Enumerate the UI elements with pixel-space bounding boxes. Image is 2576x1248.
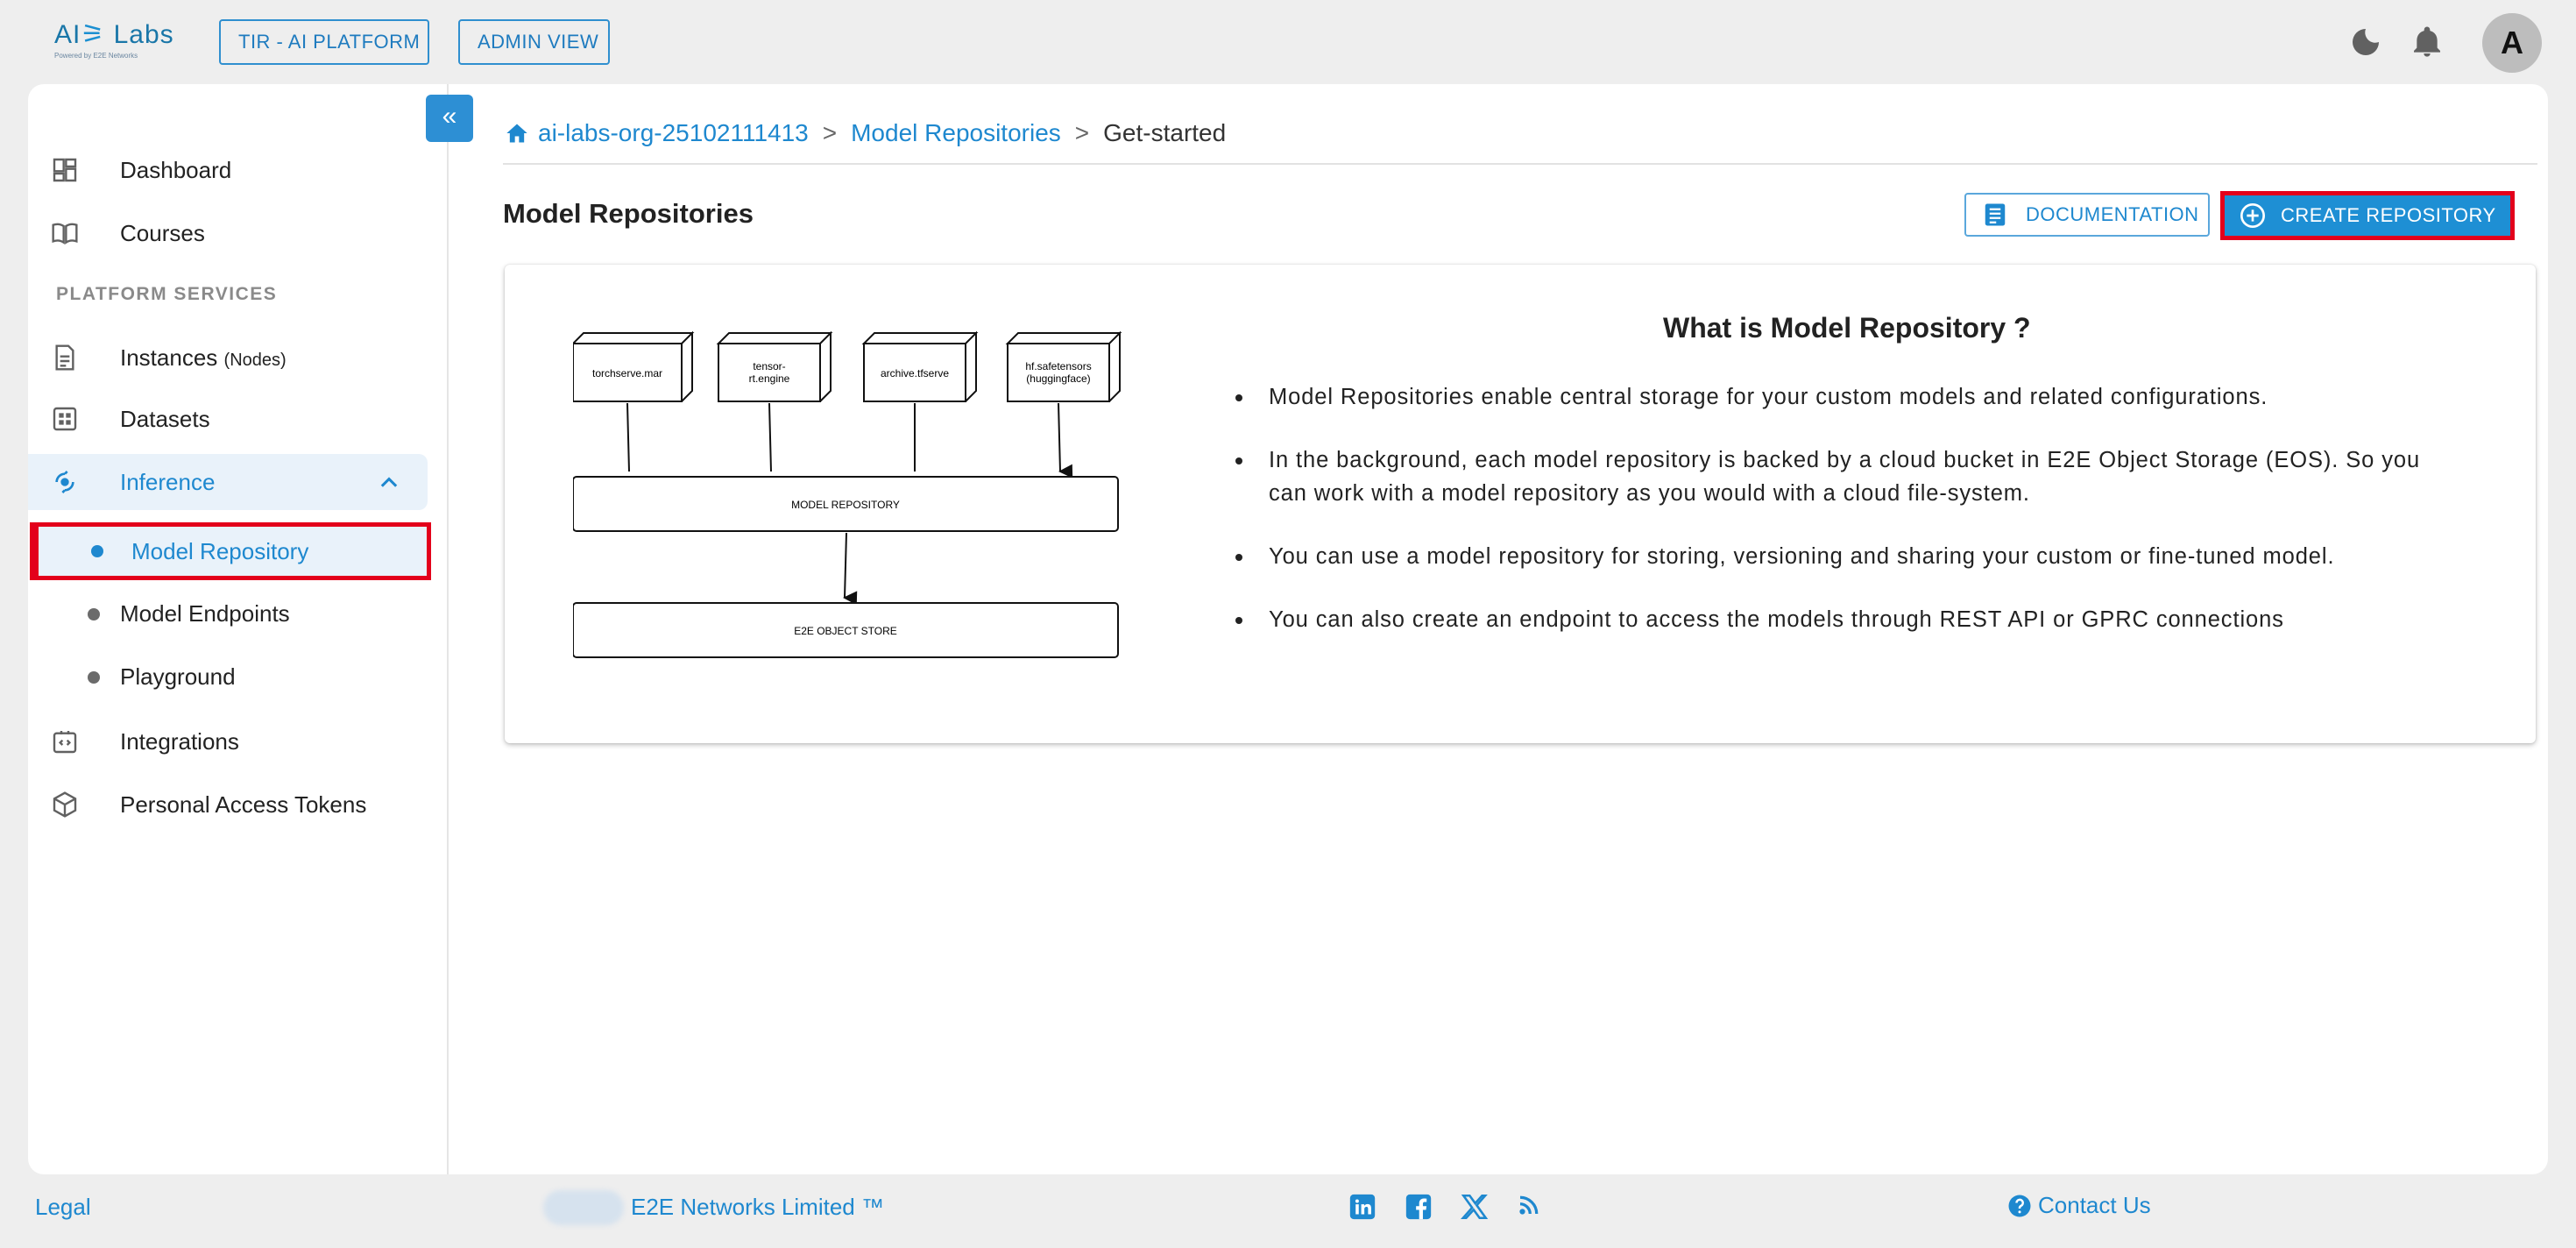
artifact-label: archive.tfserve — [881, 367, 949, 379]
sidebar-item-model-endpoints[interactable]: Model Endpoints — [28, 585, 449, 642]
ai-labs-logo[interactable]: AI⚞ Labs Powered by E2E Networks — [54, 19, 173, 68]
home-icon[interactable] — [505, 121, 529, 145]
book-icon — [49, 217, 81, 249]
logo-subtitle: Powered by E2E Networks — [54, 52, 138, 60]
contact-us-link[interactable]: Contact Us — [2006, 1192, 2151, 1219]
rss-icon[interactable] — [1516, 1192, 1547, 1223]
token-cube-icon — [49, 789, 81, 820]
model-repository-box-label: MODEL REPOSITORY — [791, 499, 900, 511]
user-avatar[interactable]: A — [2482, 13, 2542, 73]
logo-spark-icon: ⚞ — [81, 20, 106, 49]
sidebar-item-inference[interactable]: Inference — [28, 454, 428, 510]
inference-icon — [49, 466, 81, 498]
top-bar: AI⚞ Labs Powered by E2E Networks TIR - A… — [0, 0, 2576, 84]
company-name: E2E Networks Limited ™ — [631, 1194, 884, 1220]
instances-label: Instances — [120, 344, 218, 371]
notifications-bell-icon[interactable] — [2410, 25, 2445, 60]
e2e-logo — [543, 1190, 624, 1225]
info-card-title: What is Model Repository ? — [1663, 312, 2031, 344]
integrations-icon — [49, 726, 81, 757]
dot-icon — [88, 671, 100, 684]
breadcrumb-separator: > — [822, 119, 838, 146]
help-circle-icon — [2006, 1193, 2033, 1219]
info-bullet-list: Model Repositories enable central storag… — [1234, 380, 2460, 666]
sidebar: Dashboard Courses PLATFORM SERVICES Inst… — [28, 84, 449, 1174]
facebook-icon[interactable] — [1404, 1192, 1435, 1223]
artifact-label-line1: hf.safetensors — [1025, 360, 1091, 372]
sidebar-item-playground[interactable]: Playground — [28, 648, 449, 706]
dark-mode-icon[interactable] — [2348, 25, 2383, 60]
sidebar-item-datasets[interactable]: Datasets — [28, 391, 449, 447]
document-icon — [49, 342, 81, 373]
documentation-button-label: DOCUMENTATION — [2026, 203, 2199, 225]
artifact-box-torchserve: torchserve.mar — [570, 330, 695, 402]
artifact-label-line1: tensor- — [753, 360, 785, 372]
x-twitter-icon[interactable] — [1460, 1192, 1491, 1223]
sidebar-item-label: Personal Access Tokens — [120, 791, 367, 818]
instances-suffix: (Nodes) — [223, 350, 287, 370]
main-shell: Dashboard Courses PLATFORM SERVICES Inst… — [28, 84, 2548, 1174]
sidebar-item-label: Dashboard — [120, 156, 232, 183]
documentation-button[interactable]: DOCUMENTATION — [1964, 193, 2210, 237]
breadcrumb: ai-labs-org-25102111413 > Model Reposito… — [505, 116, 1226, 151]
sidebar-item-label: Integrations — [120, 727, 239, 755]
sidebar-item-label: Instances (Nodes) — [120, 344, 287, 372]
footer: Legal E2E Networks Limited ™ Contact Us — [0, 1174, 2576, 1248]
breadcrumb-org-link[interactable]: ai-labs-org-25102111413 — [538, 119, 809, 147]
legal-link[interactable]: Legal — [35, 1194, 91, 1221]
info-card: torchserve.mar tensor- rt.engine archive… — [505, 265, 2536, 743]
artifact-label-line2: (huggingface) — [1026, 372, 1090, 385]
contact-us-label: Contact Us — [2038, 1192, 2151, 1218]
create-repository-button[interactable]: CREATE REPOSITORY — [2220, 191, 2515, 240]
sidebar-item-integrations[interactable]: Integrations — [28, 713, 449, 769]
sidebar-item-model-repository[interactable]: Model Repository — [30, 522, 431, 580]
sidebar-item-label: Inference — [120, 468, 216, 495]
artifact-box-safetensors: hf.safetensors (huggingface) — [1005, 330, 1122, 402]
sidebar-item-instances[interactable]: Instances (Nodes) — [28, 330, 449, 386]
list-item: You can also create an endpoint to acces… — [1234, 603, 2460, 636]
sidebar-item-label: Datasets — [120, 405, 210, 432]
page-title: Model Repositories — [503, 198, 754, 229]
object-store-box-label: E2E OBJECT STORE — [794, 625, 897, 637]
sidebar-item-courses[interactable]: Courses — [28, 205, 449, 261]
list-item: In the background, each model repository… — [1234, 443, 2460, 510]
admin-view-button[interactable]: ADMIN VIEW — [458, 19, 610, 65]
platform-services-heading: PLATFORM SERVICES — [56, 284, 278, 304]
logo-labs-text: Labs — [113, 20, 174, 49]
breadcrumb-current: Get-started — [1103, 119, 1227, 146]
sidebar-subitem-label: Playground — [120, 663, 236, 690]
main-content: ai-labs-org-25102111413 > Model Reposito… — [449, 84, 2548, 1174]
linkedin-icon[interactable] — [1348, 1192, 1379, 1223]
create-repository-label: CREATE REPOSITORY — [2281, 204, 2496, 226]
add-circle-icon — [2239, 202, 2267, 230]
divider — [503, 163, 2537, 165]
collapse-sidebar-button[interactable]: « — [426, 95, 473, 142]
active-dot-icon — [91, 545, 103, 557]
breadcrumb-separator: > — [1074, 119, 1090, 146]
dashboard-icon — [49, 154, 81, 186]
dot-icon — [88, 608, 100, 620]
model-repository-diagram: torchserve.mar tensor- rt.engine archive… — [570, 326, 1125, 677]
tir-platform-button[interactable]: TIR - AI PLATFORM — [219, 19, 429, 65]
document-list-icon — [1982, 202, 2008, 228]
sidebar-subitem-label: Model Repository — [131, 538, 309, 564]
sidebar-item-label: Courses — [120, 219, 205, 246]
breadcrumb-section-link[interactable]: Model Repositories — [851, 119, 1061, 147]
artifact-label: torchserve.mar — [592, 367, 662, 379]
list-item: You can use a model repository for stori… — [1234, 540, 2460, 573]
logo-wordmark: AI⚞ Labs — [54, 19, 173, 50]
chevron-up-icon[interactable] — [377, 470, 401, 494]
logo-ai-text: AI — [54, 20, 81, 49]
artifact-box-tfserve: archive.tfserve — [861, 330, 979, 402]
artifact-box-tensorrt: tensor- rt.engine — [716, 330, 833, 402]
list-item: Model Repositories enable central storag… — [1234, 380, 2460, 414]
artifact-label-line2: rt.engine — [749, 372, 790, 385]
datasets-grid-icon — [49, 403, 81, 435]
sidebar-subitem-label: Model Endpoints — [120, 600, 290, 627]
sidebar-item-dashboard[interactable]: Dashboard — [28, 142, 449, 198]
sidebar-item-access-tokens[interactable]: Personal Access Tokens — [28, 776, 449, 833]
